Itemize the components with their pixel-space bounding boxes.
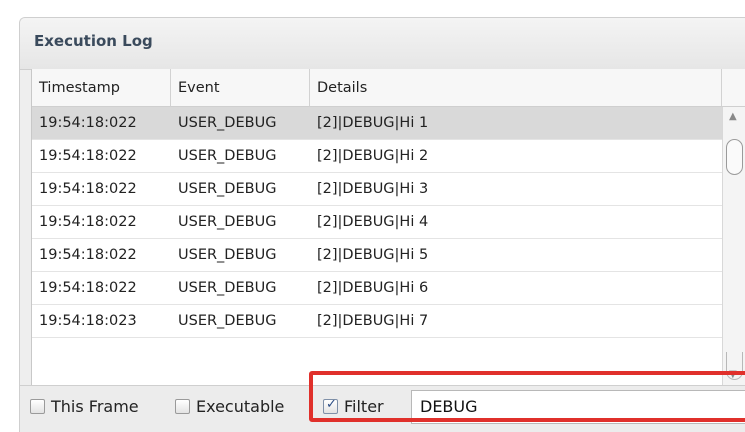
cell-event: USER_DEBUG bbox=[178, 148, 277, 164]
cell-timestamp: 19:54:18:022 bbox=[39, 247, 137, 263]
scroll-down-arrow-icon[interactable]: ▼ bbox=[729, 369, 737, 380]
cell-details: [2]|DEBUG|Hi 7 bbox=[317, 313, 429, 329]
cell-event: USER_DEBUG bbox=[178, 313, 277, 329]
cell-timestamp: 19:54:18:022 bbox=[39, 181, 137, 197]
cell-details: [2]|DEBUG|Hi 1 bbox=[317, 115, 429, 131]
filter-label[interactable]: Filter bbox=[344, 397, 384, 416]
cell-event: USER_DEBUG bbox=[178, 280, 277, 296]
filter-toolbar: This Frame Executable ✓ Filter DEBUG bbox=[20, 385, 745, 432]
table-row[interactable]: 19:54:18:022 USER_DEBUG [2]|DEBUG|Hi 1 bbox=[32, 107, 722, 140]
table-row[interactable]: 19:54:18:022 USER_DEBUG [2]|DEBUG|Hi 5 bbox=[32, 239, 722, 272]
cell-timestamp: 19:54:18:022 bbox=[39, 214, 137, 230]
column-header-timestamp[interactable]: Timestamp bbox=[32, 69, 171, 107]
table-row[interactable]: 19:54:18:023 USER_DEBUG [2]|DEBUG|Hi 7 bbox=[32, 305, 722, 338]
this-frame-checkbox[interactable] bbox=[30, 399, 45, 414]
column-header-spacer bbox=[722, 69, 745, 107]
filter-checkbox[interactable]: ✓ bbox=[323, 397, 338, 414]
cell-event: USER_DEBUG bbox=[178, 214, 277, 230]
table-row[interactable]: 19:54:18:022 USER_DEBUG [2]|DEBUG|Hi 2 bbox=[32, 140, 722, 173]
cell-details: [2]|DEBUG|Hi 3 bbox=[317, 181, 429, 197]
panel-title: Execution Log bbox=[34, 32, 153, 50]
cell-timestamp: 19:54:18:022 bbox=[39, 115, 137, 131]
executable-label[interactable]: Executable bbox=[196, 397, 284, 416]
cell-details: [2]|DEBUG|Hi 6 bbox=[317, 280, 429, 296]
scroll-thumb[interactable] bbox=[726, 139, 743, 175]
table-row[interactable]: 19:54:18:022 USER_DEBUG [2]|DEBUG|Hi 3 bbox=[32, 173, 722, 206]
cell-details: [2]|DEBUG|Hi 5 bbox=[317, 247, 429, 263]
table-row[interactable]: 19:54:18:022 USER_DEBUG [2]|DEBUG|Hi 6 bbox=[32, 272, 722, 305]
cell-event: USER_DEBUG bbox=[178, 247, 277, 263]
column-header-details[interactable]: Details bbox=[310, 69, 722, 107]
table-row[interactable]: 19:54:18:022 USER_DEBUG [2]|DEBUG|Hi 4 bbox=[32, 206, 722, 239]
filter-input[interactable]: DEBUG bbox=[411, 390, 745, 424]
scroll-up-arrow-icon[interactable]: ▲ bbox=[729, 111, 737, 122]
this-frame-label[interactable]: This Frame bbox=[51, 397, 139, 416]
cell-details: [2]|DEBUG|Hi 4 bbox=[317, 214, 429, 230]
cell-timestamp: 19:54:18:022 bbox=[39, 280, 137, 296]
cell-timestamp: 19:54:18:022 bbox=[39, 148, 137, 164]
checkmark-icon: ✓ bbox=[326, 397, 337, 412]
execution-log-panel: Execution Log Timestamp Event Details 19… bbox=[19, 17, 745, 432]
log-table: Timestamp Event Details 19:54:18:022 USE… bbox=[31, 69, 745, 385]
cell-event: USER_DEBUG bbox=[178, 181, 277, 197]
column-header-event[interactable]: Event bbox=[171, 69, 310, 107]
executable-checkbox[interactable] bbox=[175, 399, 190, 414]
cell-details: [2]|DEBUG|Hi 2 bbox=[317, 148, 429, 164]
cell-timestamp: 19:54:18:023 bbox=[39, 313, 137, 329]
panel-header: Execution Log bbox=[20, 18, 745, 70]
cell-event: USER_DEBUG bbox=[178, 115, 277, 131]
vertical-scrollbar[interactable]: ▲ ▼ bbox=[722, 107, 745, 385]
